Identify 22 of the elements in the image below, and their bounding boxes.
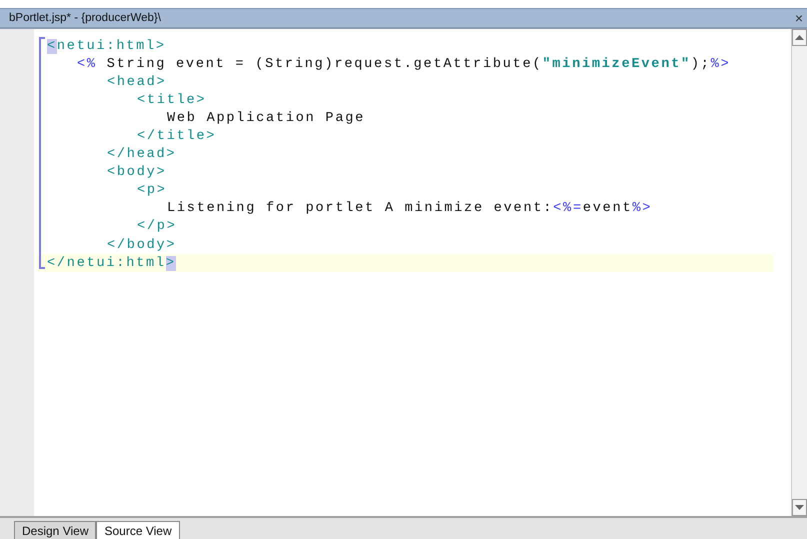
window-title: bPortlet.jsp* - {producerWeb}\ (9, 12, 161, 24)
close-button[interactable]: × (794, 11, 803, 25)
code-line: </p> (137, 219, 177, 234)
up-triangle-icon (795, 35, 804, 40)
code-line: </head> (107, 147, 176, 162)
scroll-up-button[interactable] (792, 29, 807, 46)
scroll-down-button[interactable] (792, 499, 807, 516)
code-line: <body> (107, 165, 166, 180)
code-line: Listening for portlet A minimize event:<%=event%> (167, 201, 652, 216)
view-tab[interactable]: Source View (96, 521, 180, 539)
code-line: <head> (107, 74, 166, 90)
code-line: <p> (137, 183, 167, 198)
scrollbar[interactable] (791, 29, 807, 516)
code-line: <% String event = (String)request.getAttribute("minimizeEvent");%> (77, 56, 731, 72)
code-line: Web Application Page (167, 110, 366, 126)
code-line: </body> (107, 238, 176, 253)
view-tab[interactable]: Design View (14, 521, 96, 539)
code-line: </title> (137, 129, 216, 144)
down-triangle-icon (795, 505, 804, 510)
code-line: </netui:html> (47, 256, 176, 271)
code-line: <title> (137, 92, 206, 108)
code-line: <netui:html> (47, 38, 166, 54)
